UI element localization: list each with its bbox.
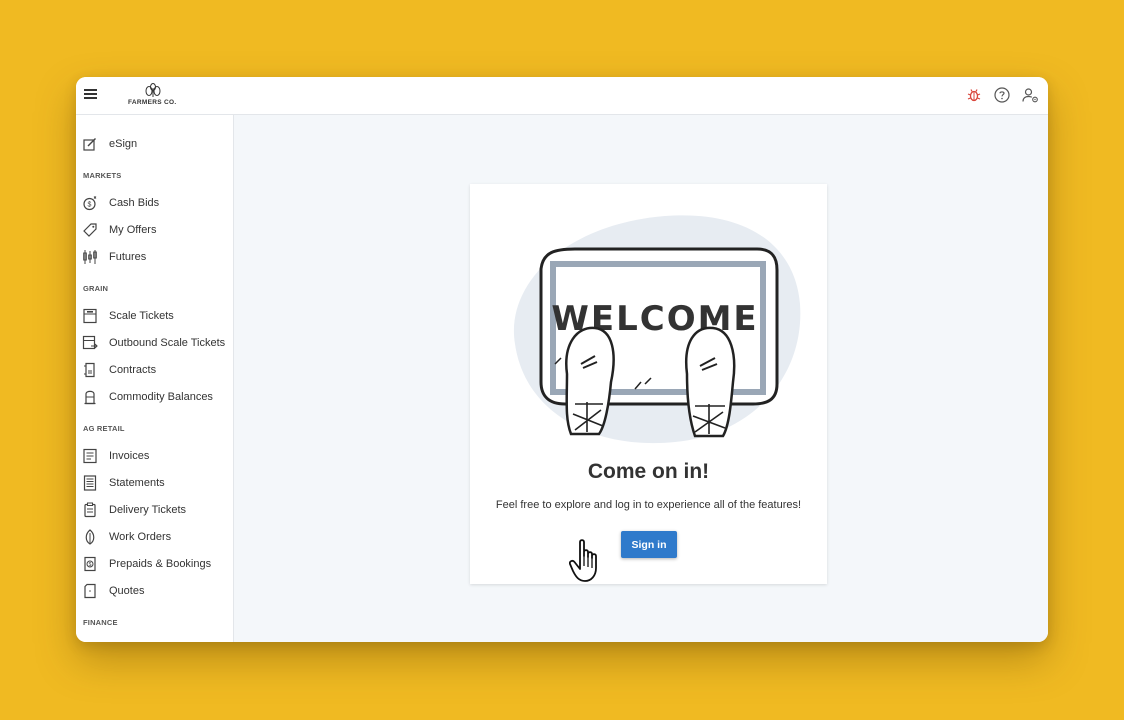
- leaf-icon: [85, 529, 95, 545]
- hamburger-menu-icon[interactable]: [84, 89, 97, 99]
- sidebar: eSign MARKETS $ Cash Bids My Offers Futu…: [76, 115, 234, 642]
- sidebar-item-label: Outbound Scale Tickets: [109, 337, 226, 349]
- clipboard-icon: [84, 502, 96, 518]
- sidebar-item-outbound-scale-tickets[interactable]: Outbound Scale Tickets: [76, 332, 233, 354]
- invoice-icon: [83, 448, 97, 464]
- svg-text:$: $: [89, 562, 92, 568]
- top-bar: FARMERS CO.: [76, 77, 1048, 115]
- section-grain: GRAIN: [83, 284, 109, 293]
- sidebar-item-my-offers[interactable]: My Offers: [76, 219, 233, 241]
- card-subtitle: Feel free to explore and log in to exper…: [495, 499, 802, 511]
- sidebar-item-label: eSign: [109, 138, 138, 150]
- app-window: FARMERS CO. eSign MARKETS $ Cash Bids My…: [76, 77, 1048, 642]
- sidebar-item-delivery-tickets[interactable]: Delivery Tickets: [76, 499, 233, 521]
- app-logo[interactable]: FARMERS CO.: [126, 83, 182, 109]
- quote-icon: “: [84, 583, 96, 599]
- sidebar-item-label: Invoices: [109, 450, 150, 462]
- sidebar-item-invoices[interactable]: Invoices: [76, 445, 233, 467]
- sidebar-item-label: Work Orders: [109, 531, 172, 543]
- svg-text:$: $: [88, 202, 92, 209]
- sidebar-item-contracts[interactable]: Contracts: [76, 359, 233, 381]
- sidebar-item-label: Scale Tickets: [109, 310, 174, 322]
- sidebar-item-futures[interactable]: Futures: [76, 246, 233, 268]
- sidebar-item-label: Commodity Balances: [109, 391, 213, 403]
- sidebar-item-scale-tickets[interactable]: Scale Tickets: [76, 305, 233, 327]
- section-finance: FINANCE: [83, 618, 118, 627]
- user-settings-icon[interactable]: [1020, 85, 1040, 105]
- sidebar-item-label: Statements: [109, 477, 165, 489]
- svg-text:“: “: [89, 590, 92, 597]
- sidebar-item-label: Futures: [109, 251, 147, 263]
- contract-icon: [84, 362, 95, 378]
- sidebar-item-prepaids-bookings[interactable]: $ Prepaids & Bookings: [76, 553, 233, 575]
- silo-icon: [84, 390, 96, 405]
- candlestick-icon: [83, 250, 97, 264]
- sidebar-item-label: Cash Bids: [109, 197, 160, 209]
- section-markets: MARKETS: [83, 171, 122, 180]
- sidebar-item-commodity-balances[interactable]: Commodity Balances: [76, 386, 233, 408]
- card-title: Come on in!: [587, 460, 710, 483]
- welcome-mat-illustration: WELCOME: [513, 215, 801, 444]
- sidebar-item-label: My Offers: [109, 224, 157, 236]
- leaf-logo-icon: [145, 83, 161, 97]
- sign-in-button[interactable]: Sign in: [621, 531, 677, 558]
- sidebar-item-label: Delivery Tickets: [109, 504, 187, 516]
- logo-text: FARMERS CO.: [128, 99, 177, 106]
- help-icon[interactable]: [992, 85, 1012, 105]
- prepaid-icon: $: [84, 556, 96, 572]
- bug-report-icon[interactable]: [964, 85, 984, 105]
- coin-icon: $: [83, 196, 97, 211]
- sidebar-item-work-orders[interactable]: Work Orders: [76, 526, 233, 548]
- sidebar-item-cash-bids[interactable]: $ Cash Bids: [76, 192, 233, 214]
- sidebar-item-esign[interactable]: eSign: [76, 133, 233, 155]
- sidebar-item-label: Prepaids & Bookings: [109, 558, 212, 570]
- scale-ticket-icon: [83, 308, 97, 324]
- sidebar-item-statements[interactable]: Statements: [76, 472, 233, 494]
- sidebar-item-label: Quotes: [109, 585, 145, 597]
- main-content: WELCOME Come on in! Feel free to explore…: [234, 115, 1048, 642]
- pencil-square-icon: [83, 138, 96, 151]
- section-ag-retail: AG RETAIL: [83, 424, 125, 433]
- statement-icon: [83, 475, 97, 491]
- welcome-card: WELCOME Come on in! Feel free to explore…: [470, 184, 827, 584]
- outbound-ticket-icon: [82, 335, 98, 350]
- tag-icon: [83, 223, 97, 237]
- sidebar-item-label: Contracts: [109, 364, 157, 376]
- hand-pointer-cursor-icon: [569, 539, 597, 582]
- sidebar-item-quotes[interactable]: “ Quotes: [76, 580, 233, 602]
